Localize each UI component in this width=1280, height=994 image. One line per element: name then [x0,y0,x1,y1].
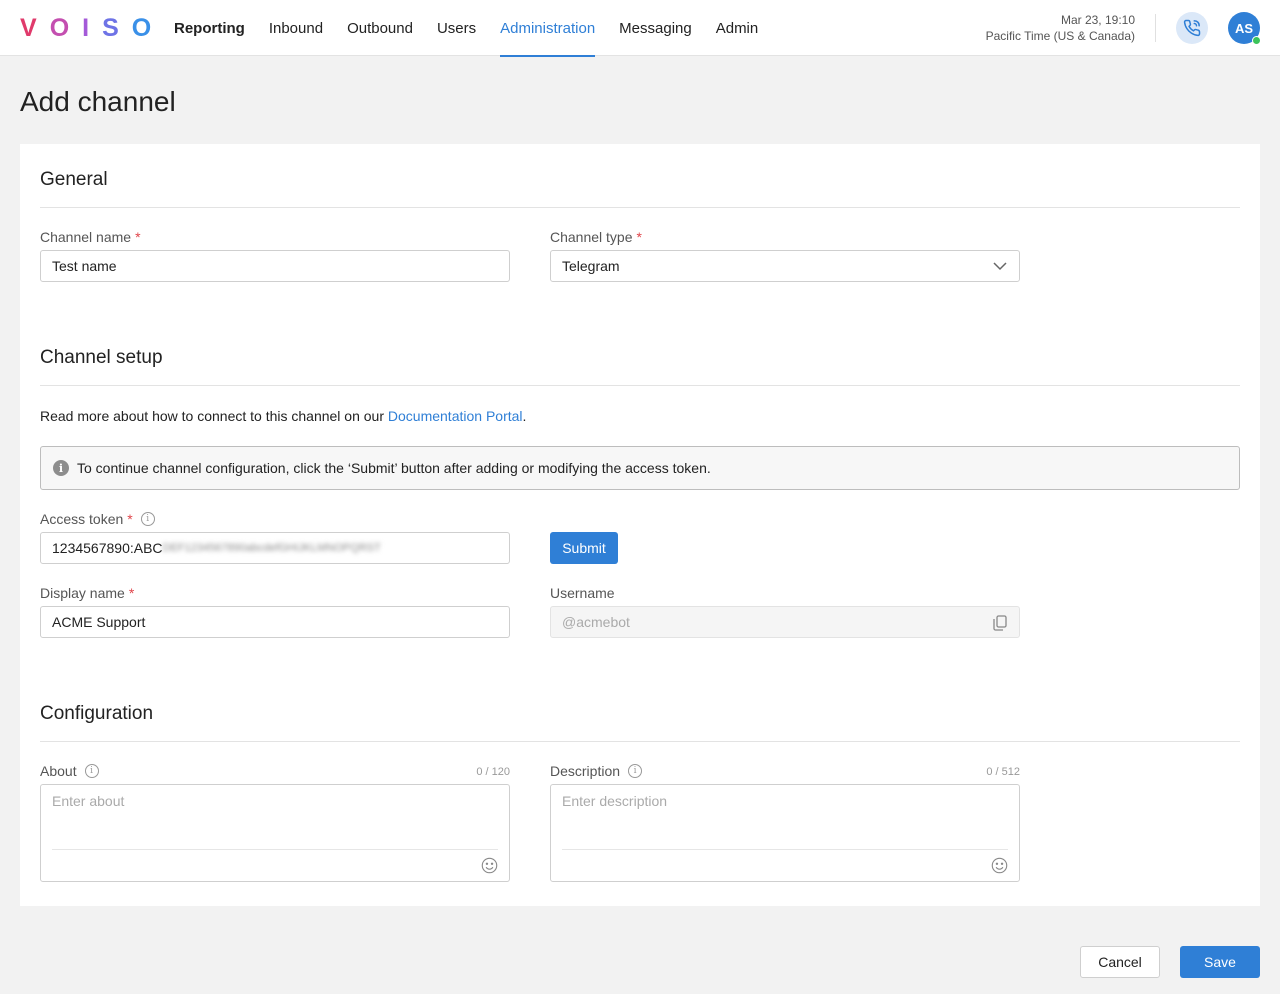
section-title-general: General [40,169,108,190]
top-navigation-bar: V O I S O Reporting Inbound Outbound Use… [0,0,1280,57]
display-name-label-text: Display name [40,585,125,601]
info-icon[interactable]: i [628,764,643,778]
help-text-prefix: Read more about how to connect to this c… [40,408,388,424]
add-channel-form: General Channel name * Test name Channel… [20,144,1260,906]
notice-text: To continue channel configuration, click… [77,460,711,476]
emoji-icon[interactable] [991,857,1008,874]
save-button[interactable]: Save [1180,946,1260,978]
copy-icon[interactable] [993,615,1007,631]
channel-type-label-text: Channel type [550,229,633,245]
about-char-counter: 0 / 120 [476,766,510,778]
header-divider [1155,14,1156,42]
help-text-suffix: . [522,408,527,424]
access-token-label-text: Access token [40,511,124,527]
display-name-value: ACME Support [52,614,146,630]
description-label: Description i [550,763,643,779]
display-name-label: Display name * [40,585,134,601]
textarea-divider [52,849,498,850]
info-notice: i To continue channel configuration, cli… [40,446,1240,490]
info-icon[interactable]: i [84,764,99,778]
description-char-counter: 0 / 512 [986,766,1020,778]
section-title-channel-setup: Channel setup [40,347,163,368]
page-title: Add channel [20,86,176,117]
nav-item-admin[interactable]: Admin [704,0,771,56]
section-divider [40,385,1240,386]
about-placeholder: Enter about [52,793,125,809]
channel-type-value: Telegram [562,258,620,274]
documentation-help-text: Read more about how to connect to this c… [40,408,526,424]
section-title-configuration: Configuration [40,703,154,724]
nav-item-outbound[interactable]: Outbound [335,0,425,56]
nav-item-inbound[interactable]: Inbound [257,0,335,56]
access-token-label: Access token * i [40,511,155,527]
logo-letter: O [49,13,70,42]
required-mark: * [128,585,135,601]
description-placeholder: Enter description [562,793,668,809]
logo-letter: S [102,13,119,42]
required-mark: * [636,229,642,245]
phone-icon [1183,19,1201,37]
nav-item-reporting[interactable]: Reporting [162,0,257,56]
textarea-divider [562,849,1008,850]
channel-name-label-text: Channel name [40,229,132,245]
channel-type-label: Channel type * [550,229,642,245]
chevron-down-icon [993,262,1007,271]
logo-letter: I [82,13,90,42]
softphone-button[interactable] [1176,12,1208,44]
info-icon: i [53,460,69,476]
voiso-logo[interactable]: V O I S O [20,14,151,42]
submit-token-button[interactable]: Submit [550,532,618,564]
channel-name-label: Channel name * [40,229,141,245]
access-token-input[interactable]: 1234567890:ABC DEF1234567890abcdefGHIJKLM… [40,532,510,564]
display-name-input[interactable]: ACME Support [40,606,510,638]
username-label-text: Username [550,585,615,601]
section-divider [40,741,1240,742]
logo-letter: V [20,13,37,42]
cancel-button[interactable]: Cancel [1080,946,1160,978]
logo-letter: O [131,13,152,42]
current-datetime: Mar 23, 19:10 [1060,13,1135,27]
documentation-portal-link[interactable]: Documentation Portal [388,408,523,424]
required-mark: * [135,229,141,245]
access-token-masked: DEF1234567890abcdefGHIJKLMNOPQRST [162,542,381,554]
username-label: Username [550,585,615,601]
description-textarea[interactable]: Enter description [550,784,1020,882]
username-input: @acmebot [550,606,1020,638]
channel-name-input[interactable]: Test name [40,250,510,282]
required-mark: * [127,511,133,527]
section-divider [40,207,1240,208]
about-textarea[interactable]: Enter about [40,784,510,882]
info-icon[interactable]: i [140,512,155,526]
about-label: About i [40,763,99,779]
timezone-display[interactable]: Mar 23, 19:10 Pacific Time (US & Canada) [986,12,1135,44]
access-token-value: 1234567890:ABC [52,540,163,556]
main-nav: Reporting Inbound Outbound Users Adminis… [162,0,771,57]
nav-item-users[interactable]: Users [425,0,488,56]
timezone-name: Pacific Time (US & Canada) [985,29,1135,43]
username-value: @acmebot [562,614,630,630]
nav-item-messaging[interactable]: Messaging [607,0,704,56]
description-label-text: Description [550,763,621,779]
channel-name-value: Test name [52,258,117,274]
online-status-dot [1252,36,1261,45]
emoji-icon[interactable] [481,857,498,874]
nav-item-administration[interactable]: Administration [488,0,607,57]
about-label-text: About [40,763,77,779]
channel-type-select[interactable]: Telegram [550,250,1020,282]
